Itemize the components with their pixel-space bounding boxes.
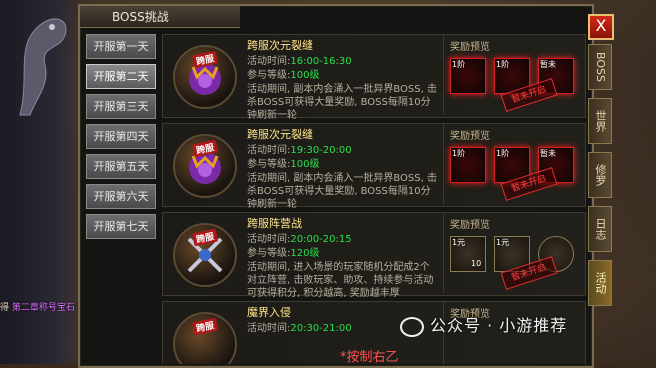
event-level: 100级	[290, 70, 320, 81]
tab-world[interactable]: 世界	[588, 98, 612, 144]
close-button[interactable]: X	[588, 14, 614, 40]
red-envelope-item[interactable]: 1元 10	[450, 236, 486, 272]
watermark: 公众号 · 小游推荐	[400, 312, 567, 337]
event-name: 跨服次元裂缝	[247, 39, 313, 52]
event-icon: 跨服	[173, 312, 237, 364]
reward-preview: 奖励预览 1阶 1阶 暂未 暂未开启	[443, 35, 584, 115]
event-row: 跨服 跨服次元裂缝 活动时间:19:30-20:00 参与等级:100级 活动期…	[162, 123, 586, 210]
time-label: 活动时间:	[247, 56, 291, 67]
day-button[interactable]: 开服第五天	[86, 154, 156, 179]
day-button[interactable]: 开服第六天	[86, 184, 156, 209]
event-desc: 活动期间, 副本内会涌入一批异界BOSS, 击杀BOSS可获得大量奖励, BOS…	[247, 173, 437, 210]
tab-boss[interactable]: BOSS	[588, 44, 612, 90]
day-button[interactable]: 开服第三天	[86, 94, 156, 119]
event-desc: 活动期间, 进入场景的玩家随机分配成2个对立阵营, 击败玩家、助攻、持续参与活动…	[247, 262, 434, 299]
reward-preview: 奖励预览 1元 10 1元 暂未开启	[443, 213, 584, 293]
event-time: 19:30-20:00	[290, 145, 352, 156]
level-label: 参与等级:	[247, 159, 291, 170]
wechat-icon	[400, 316, 424, 337]
event-row: 跨服 跨服阵营战 活动时间:20:00-20:15 参与等级:120级 活动期间…	[162, 212, 586, 299]
event-icon: 跨服	[173, 134, 237, 198]
event-name: 跨服阵营战	[247, 217, 302, 230]
tab-activity[interactable]: 活动	[588, 260, 612, 306]
dragon-icon	[19, 18, 67, 116]
event-info: 跨服阵营战 活动时间:20:00-20:15 参与等级:120级 活动期间, 进…	[247, 217, 437, 300]
reward-title: 奖励预览	[450, 220, 490, 231]
reward-title: 奖励预览	[450, 42, 490, 53]
event-time: 20:30-21:00	[290, 323, 352, 334]
tab-log[interactable]: 日志	[588, 206, 612, 252]
reward-item[interactable]: 1阶	[450, 58, 486, 94]
day-button-active[interactable]: 开服第二天	[86, 64, 156, 89]
day-button[interactable]: 开服第四天	[86, 124, 156, 149]
level-label: 参与等级:	[247, 70, 291, 81]
event-level: 100级	[290, 159, 320, 170]
tab-shura[interactable]: 修罗	[588, 152, 612, 198]
day-button[interactable]: 开服第一天	[86, 34, 156, 59]
event-info: 跨服次元裂缝 活动时间:19:30-20:00 参与等级:100级 活动期间, …	[247, 128, 437, 211]
panel-title: BOSS挑战	[80, 6, 240, 28]
level-label: 参与等级:	[247, 248, 291, 259]
reward-title: 奖励预览	[450, 131, 490, 142]
event-row: 跨服 跨服次元裂缝 活动时间:16:00-16:30 参与等级:100级 活动期…	[162, 34, 586, 121]
day-button[interactable]: 开服第七天	[86, 214, 156, 239]
event-info: 跨服次元裂缝 活动时间:16:00-16:30 参与等级:100级 活动期间, …	[247, 39, 437, 122]
time-label: 活动时间:	[247, 323, 291, 334]
event-level: 120级	[290, 248, 320, 259]
day-list: 开服第一天 开服第二天 开服第三天 开服第四天 开服第五天 开服第六天 开服第七…	[86, 34, 158, 244]
time-label: 活动时间:	[247, 234, 291, 245]
event-name: 跨服次元裂缝	[247, 128, 313, 141]
event-desc: 活动期间, 副本内会涌入一批异界BOSS, 击杀BOSS可获得大量奖励, BOS…	[247, 84, 437, 121]
event-icon: 跨服	[173, 223, 237, 287]
loot-message: 得 第二章称号宝石 x1	[0, 303, 89, 313]
cross-server-badge: 跨服	[191, 317, 219, 336]
bottom-text: *按制右乙	[340, 350, 399, 365]
event-time: 20:00-20:15	[290, 234, 352, 245]
reward-preview: 奖励预览 1阶 1阶 暂未 暂未开启	[443, 124, 584, 204]
event-icon: 跨服	[173, 45, 237, 109]
time-label: 活动时间:	[247, 145, 291, 156]
event-time: 16:00-16:30	[290, 56, 352, 67]
reward-item[interactable]: 1阶	[450, 147, 486, 183]
